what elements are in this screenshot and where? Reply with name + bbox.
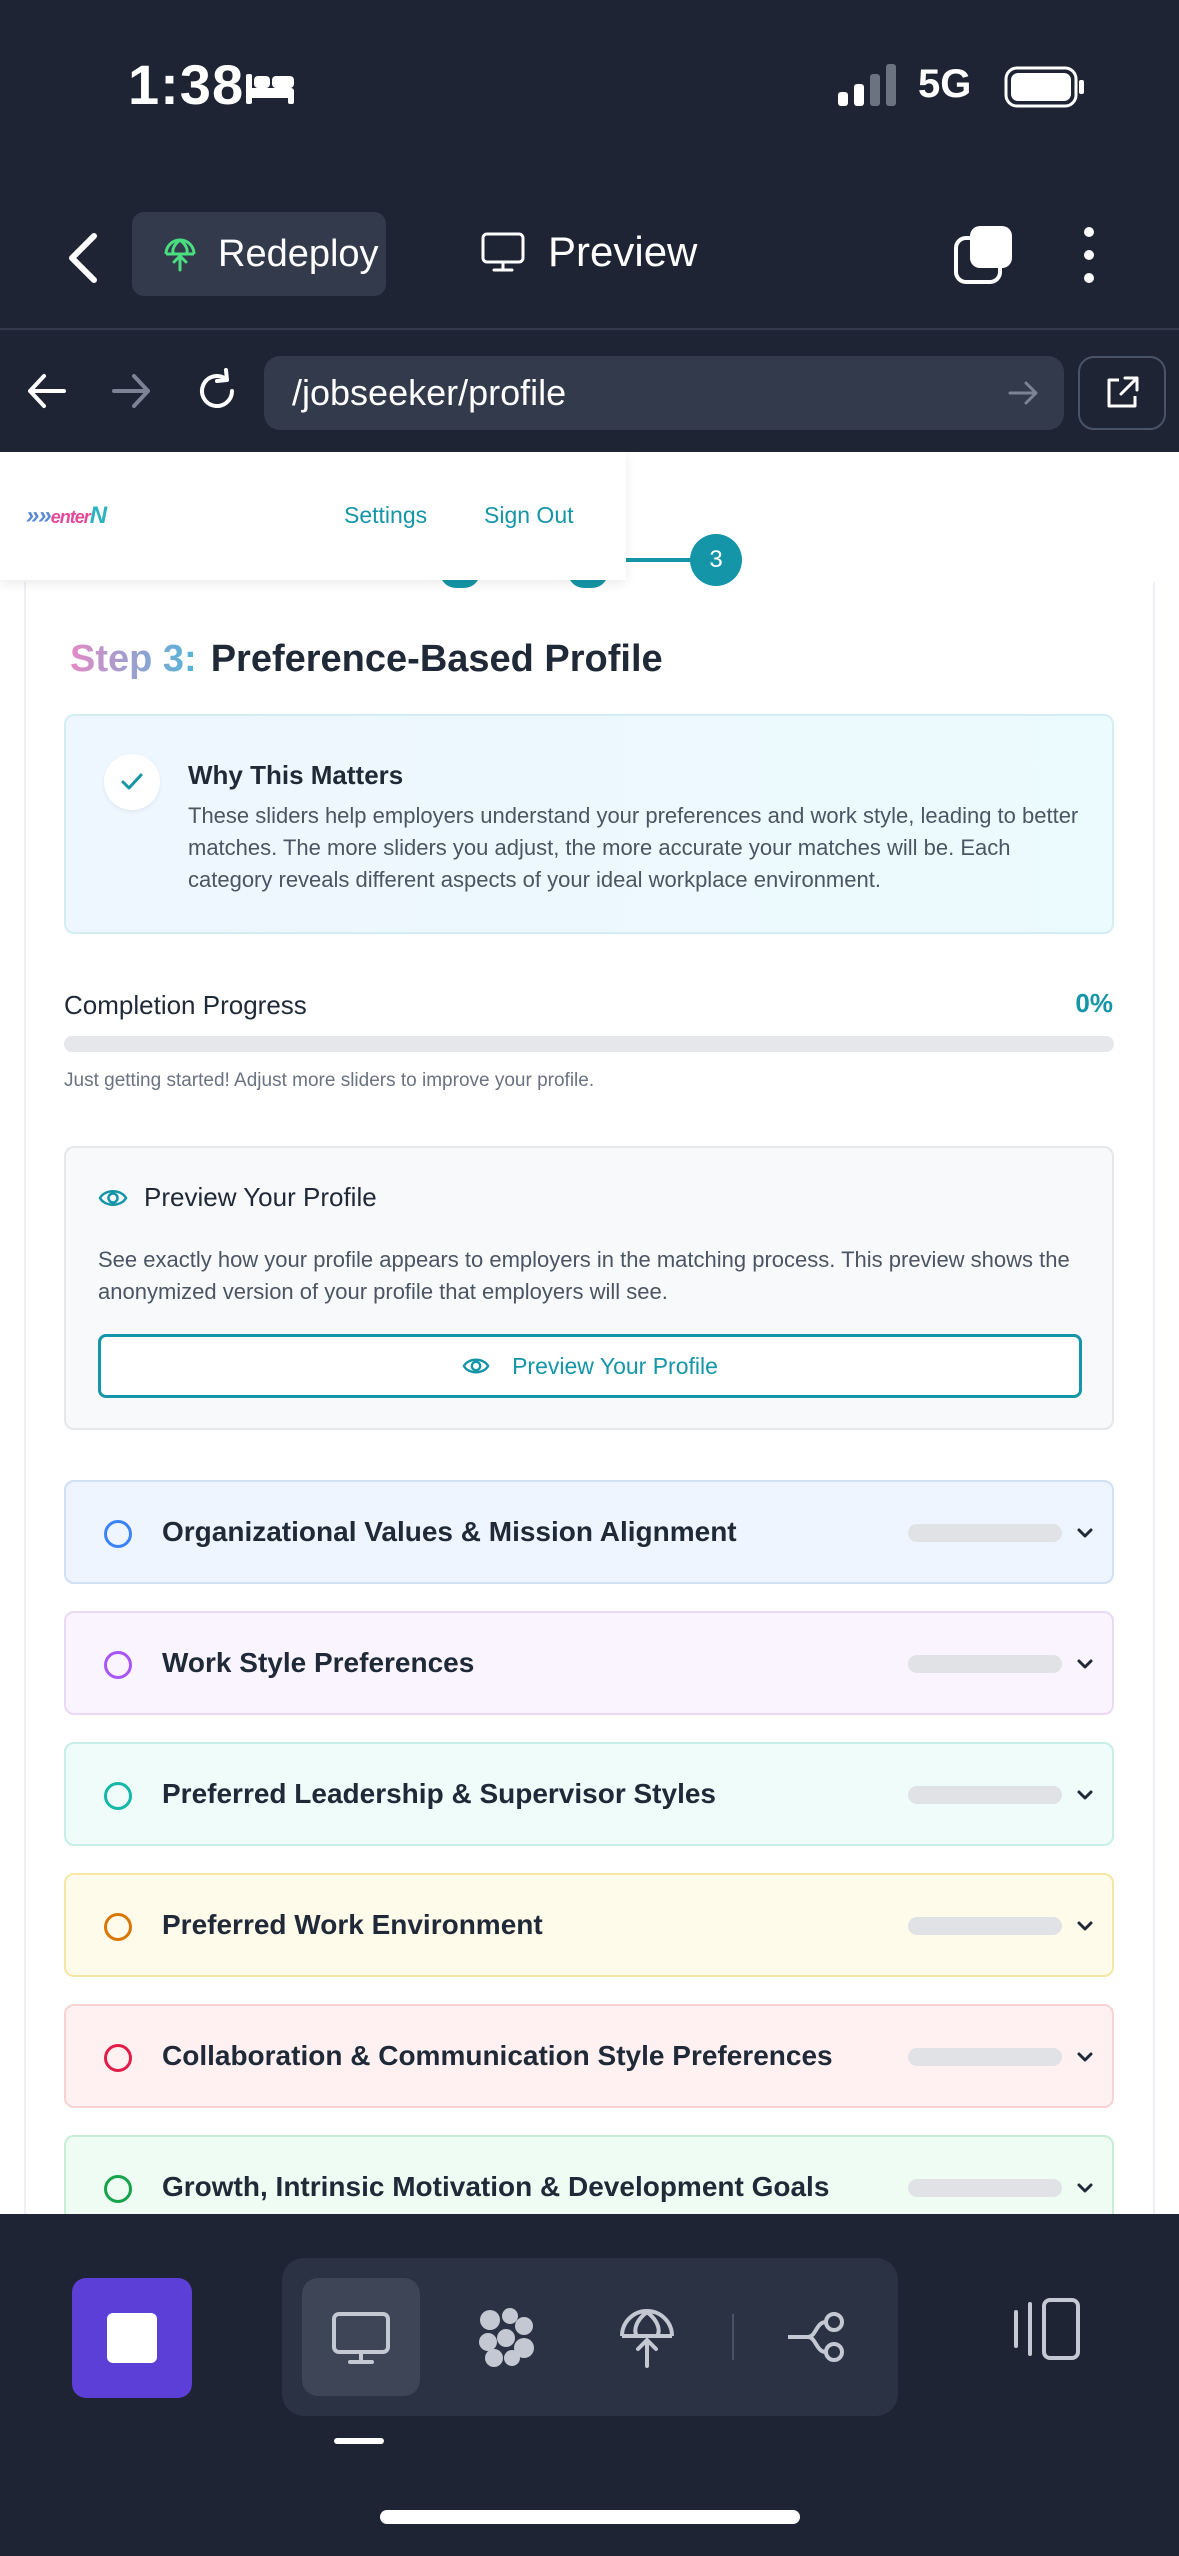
chevron-down-icon[interactable] [1074, 2046, 1096, 2068]
reload-icon[interactable] [192, 366, 242, 416]
bottom-dock [0, 2214, 1179, 2556]
network-label: 5G [918, 62, 972, 106]
dock-preview-tab[interactable] [302, 2278, 420, 2396]
preference-section[interactable]: Growth, Intrinsic Motivation & Developme… [64, 2135, 1114, 2214]
preview-profile-box: Preview Your Profile See exactly how you… [64, 1146, 1114, 1430]
globe-upload-icon [620, 2309, 674, 2368]
redeploy-label: Redeploy [218, 232, 379, 275]
dock-group [282, 2258, 898, 2416]
preview-button-label: Preview Your Profile [512, 1352, 718, 1379]
panel-toggle-icon[interactable] [1008, 2294, 1084, 2364]
go-arrow-icon[interactable] [1006, 376, 1040, 410]
chevron-down-icon[interactable] [1074, 1915, 1096, 1937]
preference-section[interactable]: Collaboration & Communication Style Pref… [64, 2004, 1114, 2108]
section-progress-bar [908, 2048, 1062, 2066]
section-title: Organizational Values & Mission Alignmen… [162, 1516, 737, 1547]
workflow-icon [788, 2312, 844, 2362]
preview-profile-button[interactable]: Preview Your Profile [98, 1334, 1082, 1398]
monitor-icon [332, 2312, 390, 2364]
section-status-circle [104, 1913, 132, 1941]
section-status-circle [104, 1782, 132, 1810]
section-progress-bar [908, 1524, 1062, 1542]
chevron-down-icon[interactable] [1074, 1784, 1096, 1806]
step-3-indicator: 3 [690, 534, 742, 586]
progress-hint: Just getting started! Adjust more slider… [64, 1070, 595, 1091]
preview-box-title: Preview Your Profile [144, 1182, 377, 1212]
monitor-icon [481, 232, 525, 272]
preference-section[interactable]: Preferred Work Environment [64, 1873, 1114, 1977]
preview-box-text: See exactly how your profile appears to … [98, 1247, 1070, 1304]
preview-box-heading: Preview Your Profile [98, 1182, 377, 1213]
external-link-icon [1107, 376, 1139, 408]
battery-icon [1004, 66, 1084, 108]
step-connector [626, 558, 696, 562]
section-title: Preferred Leadership & Supervisor Styles [162, 1778, 716, 1809]
site-logo[interactable]: »»enterN [26, 502, 107, 530]
section-progress-bar [908, 1917, 1062, 1935]
chevron-down-icon[interactable] [1074, 1653, 1096, 1675]
section-progress-bar [908, 1786, 1062, 1804]
preview-label: Preview [548, 228, 698, 275]
section-progress-bar [908, 1655, 1062, 1673]
preference-section[interactable]: Work Style Preferences [64, 1611, 1114, 1715]
status-time: 1:38 [128, 53, 245, 116]
tabs-icon[interactable] [952, 224, 1014, 286]
home-indicator[interactable] [380, 2510, 800, 2524]
why-text: These sliders help employers understand … [188, 803, 1079, 892]
progress-percent: 0% [1075, 988, 1113, 1018]
preview-title: Preview [480, 228, 697, 276]
section-status-circle [104, 1651, 132, 1679]
stop-button[interactable] [72, 2278, 192, 2398]
section-title: Preferred Work Environment [162, 1909, 543, 1940]
active-tab-indicator [334, 2438, 384, 2444]
section-title: Growth, Intrinsic Motivation & Developme… [162, 2171, 830, 2202]
why-title: Why This Matters [188, 760, 404, 790]
browser-bar: /jobseeker/profile [0, 332, 1179, 452]
dock-agent-tab[interactable] [446, 2278, 564, 2396]
chevron-down-icon[interactable] [1074, 2177, 1096, 2199]
dock-divider [732, 2314, 734, 2360]
settings-link[interactable]: Settings [344, 502, 427, 529]
progress-bar [64, 1036, 1114, 1052]
more-options-icon[interactable] [1074, 224, 1104, 286]
open-external-button[interactable] [1078, 356, 1166, 430]
blocks-icon [479, 2308, 534, 2367]
dock-deploy-tab[interactable] [588, 2278, 706, 2396]
preference-section[interactable]: Preferred Leadership & Supervisor Styles [64, 1742, 1114, 1846]
chevron-down-icon[interactable] [1074, 1522, 1096, 1544]
section-title: Work Style Preferences [162, 1647, 475, 1678]
progress-label: Completion Progress [64, 990, 307, 1020]
url-field[interactable]: /jobseeker/profile [264, 356, 1064, 430]
status-bar: 1:38 5G [0, 0, 1179, 180]
eye-icon [462, 1358, 490, 1374]
section-status-circle [104, 1520, 132, 1548]
site-header: »»enterN Settings Sign Out [0, 452, 626, 580]
check-icon [104, 754, 160, 810]
section-progress-bar [908, 2179, 1062, 2197]
signal-icon [838, 64, 896, 106]
browser-forward-icon[interactable] [106, 366, 156, 416]
back-chevron-icon[interactable] [62, 230, 106, 286]
page-title: Step 3: Preference-Based Profile [70, 638, 663, 681]
sign-out-link[interactable]: Sign Out [484, 502, 574, 529]
stop-icon [107, 2313, 157, 2363]
section-status-circle [104, 2044, 132, 2072]
eye-icon [98, 1189, 128, 1206]
why-this-matters-box: Why This Matters These sliders help empl… [64, 714, 1114, 934]
url-text: /jobseeker/profile [292, 372, 567, 413]
browser-back-icon[interactable] [22, 366, 72, 416]
bed-icon [246, 74, 294, 104]
dock-workflow-tab[interactable] [760, 2278, 878, 2396]
globe-upload-icon [164, 238, 196, 272]
preference-section[interactable]: Organizational Values & Mission Alignmen… [64, 1480, 1114, 1584]
section-status-circle [104, 2175, 132, 2203]
section-title: Collaboration & Communication Style Pref… [162, 2040, 833, 2071]
redeploy-button[interactable]: Redeploy [132, 212, 386, 296]
app-toolbar: Redeploy Preview [0, 180, 1179, 330]
step-label: Step 3: [70, 638, 197, 680]
step-title: Preference-Based Profile [210, 638, 663, 680]
webview: 3 »»enterN Settings Sign Out Step 3: Pref… [0, 452, 1179, 2214]
